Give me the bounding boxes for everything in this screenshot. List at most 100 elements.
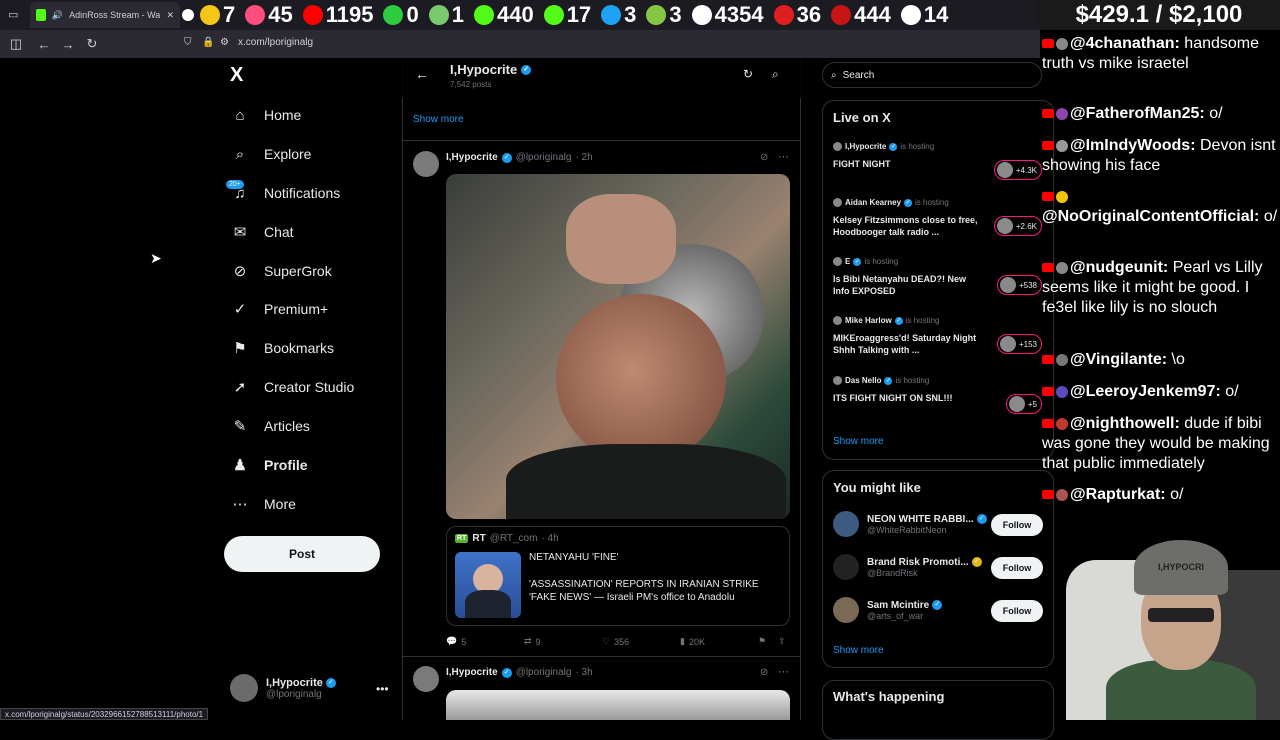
grok-icon: ⊘ [233,263,247,280]
suggestion-name: NEON WHITE RABBI... [867,513,974,525]
browser-tab-active[interactable]: 🔊 AdinRoss Stream - Watch L ✕ [30,2,180,28]
follow-suggestion[interactable]: Sam Mcintire ✓ @arts_of_war [833,597,943,623]
forward-icon[interactable]: → [56,32,80,56]
sidebar-icon[interactable]: ◫ [4,32,28,56]
live-panel-title: Live on X [833,110,891,125]
views-button[interactable]: ▮ 20K [680,636,705,647]
follow-button[interactable]: Follow [991,557,1043,579]
tweet-author-handle[interactable]: @lporiginalg [516,667,572,678]
premium-icon: ✓ [233,301,247,318]
live-listener-count[interactable]: +2.6K [993,216,1042,236]
refresh-icon[interactable]: ↻ [743,67,753,81]
tweet-image[interactable] [446,690,790,720]
tab-list-icon[interactable]: ▭ [8,8,18,21]
tweet-author-name[interactable]: I,Hypocrite [446,152,498,163]
search-icon[interactable]: ⌕ [772,67,779,82]
url-input[interactable]: x.com/lporiginalg [238,37,313,48]
live-host[interactable]: Aidan Kearney ✓ is hosting [833,198,949,207]
chat-username: @4chanathan [1070,35,1175,52]
avatar [833,198,842,207]
chat-text: o/ [1209,105,1223,122]
listener-count: +2.6K [1015,221,1037,231]
show-more-link[interactable]: Show more [413,114,464,125]
tweet-author-name[interactable]: I,Hypocrite [446,667,498,678]
lock-icon[interactable]: 🔒 [202,37,214,48]
live-title[interactable]: FIGHT NIGHT [833,158,983,170]
nav-item-label: Profile [264,457,308,473]
avatar [833,376,842,385]
post-button[interactable]: Post [224,536,380,572]
grok-icon[interactable]: ⊘ [760,667,768,678]
back-icon[interactable]: ← [32,32,56,56]
home-icon: ⌂ [235,106,245,124]
follow-show-more-link[interactable]: Show more [833,645,884,656]
live-host-name: Mike Harlow [845,316,892,325]
chat-separator: : [1254,208,1264,225]
live-listener-count[interactable]: +5 [1005,394,1042,414]
more-icon[interactable]: ⋯ [778,665,789,678]
follow-button[interactable]: Follow [991,514,1043,536]
live-hosting-label: is hosting [864,257,899,266]
account-switcher[interactable]: I,Hypocrite ✓ @lporiginalg [230,674,336,702]
nav-item-articles[interactable]: ✎ Articles [230,411,310,441]
more-icon[interactable]: ••• [376,682,389,696]
live-listener-count[interactable]: +153 [996,334,1042,354]
live-listener-count[interactable]: +4.3K [993,160,1042,180]
live-host[interactable]: E ✓ is hosting [833,257,898,266]
more-icon[interactable]: ⋯ [778,150,789,163]
nav-item-chat[interactable]: ✉ Chat [230,217,294,247]
live-title[interactable]: MIKEroaggress'd! Saturday Night Shhh Tal… [833,332,983,356]
tweet-time[interactable]: · 3h [575,667,592,678]
follow-button[interactable]: Follow [991,600,1043,622]
nav-item-creator-studio[interactable]: ➚ Creator Studio [230,372,355,402]
live-host[interactable]: Das Nello ✓ is hosting [833,376,929,385]
nav-item-bookmarks[interactable]: ⚑ Bookmarks [230,333,334,363]
tweet-image[interactable] [446,174,790,519]
shield-icon[interactable]: ⛉ [184,37,192,48]
youtube-icon [1042,39,1054,48]
nav-item-premium[interactable]: ✓ Premium+ [230,294,328,324]
nav-item-more[interactable]: ⋯ More [230,489,296,519]
x-icon [691,5,712,25]
stream-stat: 0 [383,2,419,28]
live-show-more-link[interactable]: Show more [833,436,884,447]
avatar[interactable] [413,666,439,692]
nav-item-notifications[interactable]: ♫ Notifications [230,178,340,208]
avatar[interactable] [413,151,439,177]
avatar [1056,139,1068,152]
grok-icon[interactable]: ⊘ [760,152,768,163]
live-host[interactable]: Mike Harlow ✓ is hosting [833,316,939,325]
follow-suggestion[interactable]: NEON WHITE RABBI... ✓ @WhiteRabbitNeon [833,511,987,537]
search-placeholder: Search [842,69,875,81]
permissions-icon[interactable]: ⚙ [220,37,229,48]
reload-icon[interactable]: ↻ [80,32,104,56]
verified-icon: ✓ [325,677,336,688]
nav-item-label: Notifications [264,185,341,201]
verified-icon: ✓ [894,316,903,325]
repost-button[interactable]: ⇄ 9 [524,636,541,647]
nav-item-explore[interactable]: ⌕ Explore [230,139,312,169]
live-title[interactable]: ITS FIGHT NIGHT ON SNL!!! [833,392,983,404]
tweet-author-handle[interactable]: @lporiginalg [516,152,572,163]
live-title[interactable]: Is Bibi Netanyahu DEAD?! New Info EXPOSE… [833,273,983,297]
donation-goal: $429.1 / $2,100 [1038,0,1280,30]
like-button[interactable]: ♡ 356 [602,636,629,647]
tab-close-icon[interactable]: ✕ [166,10,174,21]
tweet-time[interactable]: · 2h [575,152,592,163]
live-title[interactable]: Kelsey Fitzsimmons close to free, Hoodbo… [833,214,983,238]
nav-item-supergrok[interactable]: ⊘ SuperGrok [230,256,332,286]
live-host[interactable]: I,Hypocrite ✓ is hosting [833,142,934,151]
reply-button[interactable]: 💬 5 [446,636,466,647]
back-arrow-icon[interactable]: ← [415,66,429,82]
bookmark-icon[interactable]: ⚑ [758,636,766,647]
nav-item-profile[interactable]: ♟ Profile [230,450,308,480]
search-input[interactable]: ⌕ Search [822,62,1042,88]
nav-item-label: Home [264,107,302,123]
nav-item-home[interactable]: ⌂ Home [230,100,301,130]
follow-suggestion[interactable]: Brand Risk Promoti... ✓ @BrandRisk [833,554,982,580]
chat-username: @FatherofMan25 [1070,105,1200,122]
x-logo[interactable]: X [230,64,243,87]
share-icon[interactable]: ⇪ [778,636,786,647]
nav-item-label: SuperGrok [264,263,332,279]
live-listener-count[interactable]: +538 [996,275,1042,295]
